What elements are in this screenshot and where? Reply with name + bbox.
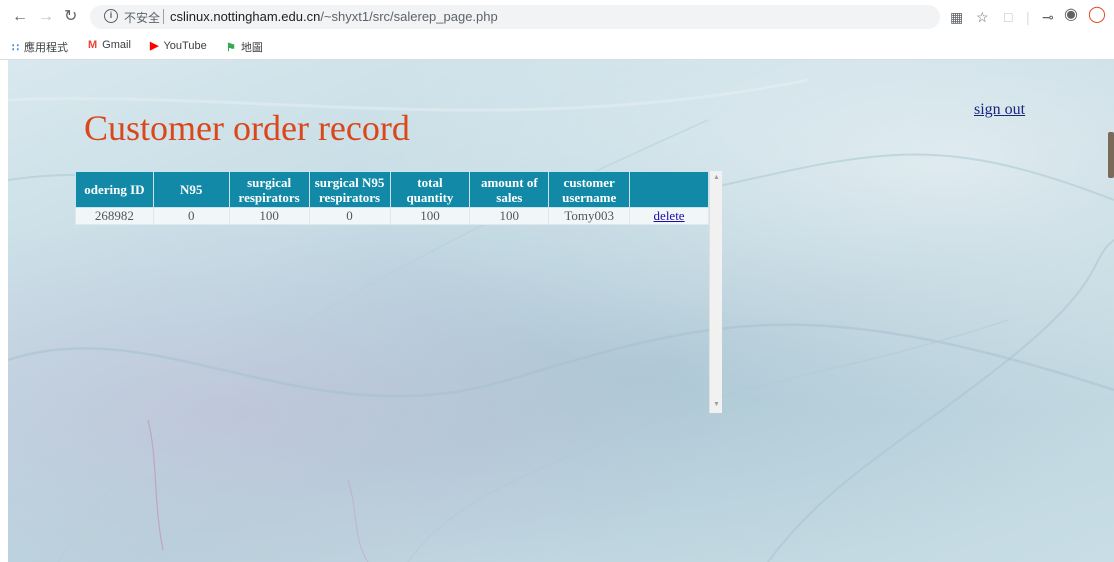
bookmark-gmail[interactable]: M Gmail — [88, 39, 131, 51]
apps-grid-icon: ∷ — [12, 41, 19, 54]
browser-toolbar: ← → ↻ i 不安全 cslinux.nottingham.edu.cn/~s… — [0, 0, 1114, 34]
table-scrollbar[interactable]: ▲ ▼ — [709, 171, 722, 413]
youtube-icon: ▶ — [150, 40, 159, 52]
bookmark-label: YouTube — [163, 39, 207, 52]
insecure-label: 不安全 — [124, 11, 161, 25]
address-divider — [163, 9, 164, 24]
header-total-quantity: total quantity — [389, 171, 471, 208]
table-row: 268982 0 100 0 100 100 Tomy003 delete — [75, 207, 709, 225]
url-path: /~shyxt1/src/salerep_page.php — [320, 9, 498, 24]
delete-link[interactable]: delete — [654, 208, 685, 223]
page-title: Customer order record — [84, 108, 410, 148]
cell-action: delete — [629, 207, 709, 225]
bookmark-label: 應用程式 — [24, 42, 68, 54]
cell-surgical-n95: 0 — [308, 207, 391, 225]
cell-surgical: 100 — [228, 207, 310, 225]
scroll-up-arrow-icon[interactable]: ▲ — [713, 174, 720, 181]
bookmark-apps[interactable]: ∷ 應用程式 — [12, 39, 68, 55]
bookmark-label: Gmail — [102, 39, 131, 51]
header-ordering-id: odering ID — [75, 171, 154, 208]
page-scrollbar-thumb[interactable] — [1108, 132, 1114, 178]
maps-icon: ⚑ — [226, 41, 236, 54]
cell-customer-username: Tomy003 — [548, 207, 631, 225]
page-content: Customer order record sign out odering I… — [8, 60, 1114, 562]
header-action — [629, 171, 709, 208]
forward-arrow-icon[interactable]: → — [38, 8, 54, 26]
cell-ordering-id: 268982 — [75, 207, 154, 225]
info-icon[interactable]: i — [104, 9, 118, 23]
key-icon[interactable]: ⊸ — [1042, 9, 1054, 25]
star-icon[interactable]: ☆ — [976, 9, 989, 25]
order-table-container: odering ID N95 surgical respirators surg… — [75, 171, 722, 413]
back-arrow-icon[interactable]: ← — [12, 8, 28, 26]
cell-n95: 0 — [152, 207, 230, 225]
gmail-icon: M — [88, 39, 98, 51]
cell-amount-of-sales: 100 — [469, 207, 550, 225]
header-customer-username: customer username — [548, 171, 631, 208]
profile-icon[interactable]: ◉ — [1064, 7, 1078, 23]
cell-total-quantity: 100 — [389, 207, 471, 225]
table-header-row: odering ID N95 surgical respirators surg… — [75, 171, 709, 208]
url-text[interactable]: cslinux.nottingham.edu.cn/~shyxt1/src/sa… — [170, 9, 498, 24]
translate-icon[interactable]: ▦ — [950, 9, 963, 25]
scroll-down-arrow-icon[interactable]: ▼ — [713, 401, 720, 408]
header-n95: N95 — [152, 171, 230, 208]
header-surgical: surgical respirators — [228, 171, 310, 208]
reload-icon[interactable]: ↻ — [64, 8, 77, 26]
header-surgical-n95: surgical N95 respirators — [308, 171, 391, 208]
bookmark-maps[interactable]: ⚑ 地圖 — [226, 39, 263, 55]
bookmarks-bar: ∷ 應用程式 M Gmail ▶ YouTube ⚑ 地圖 — [0, 34, 1114, 60]
bookmark-label: 地圖 — [240, 42, 263, 54]
bookmark-youtube[interactable]: ▶ YouTube — [150, 39, 207, 53]
sign-out-link[interactable]: sign out — [974, 101, 1025, 119]
order-table: odering ID N95 surgical respirators surg… — [75, 171, 709, 225]
extension-icon[interactable]: □ — [1004, 9, 1012, 25]
url-host: cslinux.nottingham.edu.cn — [170, 9, 321, 24]
opera-icon[interactable]: ◯ — [1088, 7, 1106, 23]
header-amount-of-sales: amount of sales — [469, 171, 550, 208]
toolbar-divider: | — [1026, 9, 1030, 25]
